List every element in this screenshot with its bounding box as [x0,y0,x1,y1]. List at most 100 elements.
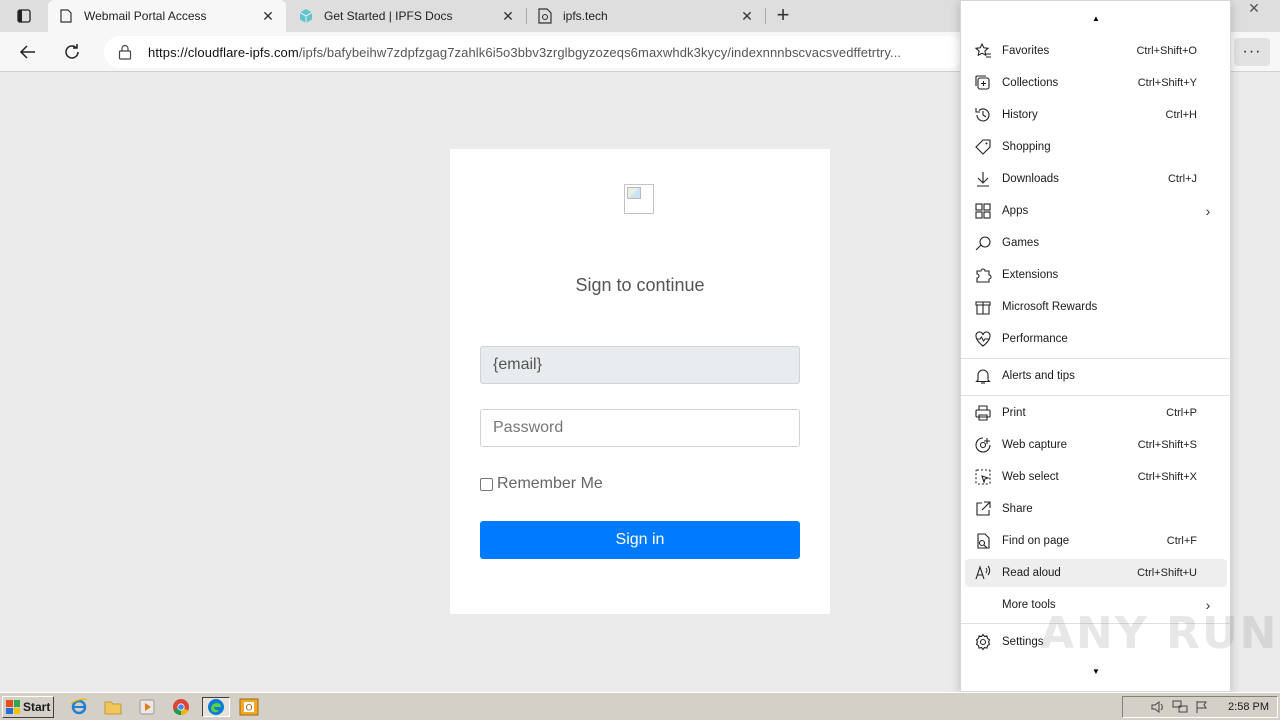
watermark: ANY RUN [1040,608,1279,659]
menu-item-history[interactable]: History Ctrl+H [965,101,1227,129]
apps-icon [973,201,993,221]
system-tray: 2:58 PM [1122,696,1278,718]
menu-item-microsoft-rewards[interactable]: Microsoft Rewards [965,293,1227,321]
tab-ipfs-docs[interactable]: Get Started | IPFS Docs ✕ [288,0,526,32]
password-field[interactable] [480,409,800,447]
menu-label: History [1002,109,1038,121]
address-bar[interactable]: https://cloudflare-ipfs.com/ipfs/bafybei… [104,36,964,68]
taskbar: Start O 2:58 PM [0,692,1280,720]
menu-label: Web select [1002,471,1059,483]
menu-shortcut: Ctrl+Shift+O [1136,45,1197,57]
menu-item-collections[interactable]: Collections Ctrl+Shift+Y [965,69,1227,97]
menu-item-games[interactable]: Games [965,229,1227,257]
menu-item-web-capture[interactable]: Web capture Ctrl+Shift+S [965,431,1227,459]
volume-icon[interactable] [1150,699,1166,715]
menu-divider [961,358,1232,359]
menu-shortcut: Ctrl+Shift+S [1137,439,1197,451]
email-field[interactable]: {email} [480,346,800,384]
url-text: https://cloudflare-ipfs.com/ipfs/bafybei… [148,45,901,60]
outlook-icon[interactable]: O [236,697,262,717]
menu-label: Downloads [1002,173,1059,185]
menu-shortcut: Ctrl+P [1166,407,1197,419]
scroll-up-icon[interactable]: ▲ [1091,14,1101,24]
menu-shortcut: Ctrl+Shift+Y [1137,77,1197,89]
web-select-icon [973,467,993,487]
start-button[interactable]: Start [2,696,54,718]
menu-item-shopping[interactable]: Shopping [965,133,1227,161]
svg-text:O: O [245,704,252,714]
tab-actions-icon[interactable] [8,4,40,28]
refresh-button[interactable] [58,38,86,66]
menu-item-performance[interactable]: Performance [965,325,1227,353]
remember-me-checkbox[interactable] [480,477,493,491]
tab-separator [765,8,766,24]
window-close-icon[interactable]: ✕ [1236,0,1272,16]
windows-flag-icon [6,700,20,714]
remember-me-label: Remember Me [497,475,603,492]
menu-item-favorites[interactable]: Favorites Ctrl+Shift+O [965,37,1227,65]
menu-item-read-aloud[interactable]: Read aloud Ctrl+Shift+U [965,559,1227,587]
menu-item-alerts-and-tips[interactable]: Alerts and tips [965,362,1227,390]
taskbar-clock: 2:58 PM [1228,701,1269,713]
refresh-icon [65,44,79,59]
chrome-icon[interactable] [170,697,192,717]
menu-label: Performance [1002,333,1068,345]
close-tab-icon[interactable]: ✕ [500,8,516,24]
close-tab-icon[interactable]: ✕ [739,8,755,24]
menu-item-print[interactable]: Print Ctrl+P [965,399,1227,427]
ellipsis-icon: ··· [1242,43,1262,60]
media-player-icon[interactable] [136,697,158,717]
ipfs-page-icon [537,8,553,24]
network-icon[interactable] [1172,699,1188,715]
menu-label: Read aloud [1002,567,1061,579]
menu-label: Find on page [1002,535,1070,547]
action-center-flag-icon[interactable] [1194,699,1210,715]
read-aloud-icon [973,563,993,583]
menu-shortcut: Ctrl+H [1165,109,1197,121]
menu-shortcut: Ctrl+Shift+U [1137,567,1197,579]
tab-webmail[interactable]: Webmail Portal Access ✕ [48,0,286,32]
login-heading: Sign to continue [575,275,705,295]
lock-icon[interactable] [118,44,134,60]
sign-in-button[interactable]: Sign in [480,521,800,559]
printer-icon [973,403,993,423]
menu-label: Print [1002,407,1026,419]
ipfs-cube-icon [298,8,314,24]
menu-item-web-select[interactable]: Web select Ctrl+Shift+X [965,463,1227,491]
web-capture-icon [973,435,993,455]
scroll-down-icon[interactable]: ▼ [1091,667,1101,677]
login-card: Sign to continue {email} Remember Me Sig… [450,149,830,614]
menu-item-extensions[interactable]: Extensions [965,261,1227,289]
menu-label: Collections [1002,77,1059,89]
start-label: Start [23,700,51,714]
history-icon [973,105,993,125]
menu-item-downloads[interactable]: Downloads Ctrl+J [965,165,1227,193]
star-list-icon [973,41,993,61]
back-arrow-icon [19,45,35,59]
menu-item-find-on-page[interactable]: Find on page Ctrl+F [965,527,1227,555]
menu-divider [961,395,1232,396]
url-host: https://cloudflare-ipfs.com [148,44,299,60]
password-input[interactable] [493,419,787,437]
close-tab-icon[interactable]: ✕ [260,8,276,24]
back-button[interactable] [14,38,42,66]
menu-label: Shopping [1002,141,1051,153]
remember-me[interactable]: Remember Me [480,475,603,493]
find-icon [973,531,993,551]
settings-menu: ▲ Favorites Ctrl+Shift+O Collections Ctr… [960,0,1232,692]
chevron-right-icon: › [1205,203,1211,219]
menu-label: Alerts and tips [1002,370,1075,382]
menu-item-share[interactable]: Share [965,495,1227,523]
menu-label: Share [1002,503,1033,515]
tab-ipfs-tech[interactable]: ipfs.tech ✕ [527,0,765,32]
edge-icon[interactable] [202,697,230,717]
menu-label: Web capture [1002,439,1067,451]
menu-label: Favorites [1002,45,1050,57]
settings-and-more-button[interactable]: ··· [1234,38,1270,66]
menu-label: Apps [1002,205,1029,217]
folder-icon[interactable] [102,697,124,717]
ie-icon[interactable] [68,697,90,717]
menu-item-apps[interactable]: Apps › [965,197,1227,225]
new-tab-button[interactable]: + [771,4,795,28]
menu-shortcut: Ctrl+F [1166,535,1197,547]
